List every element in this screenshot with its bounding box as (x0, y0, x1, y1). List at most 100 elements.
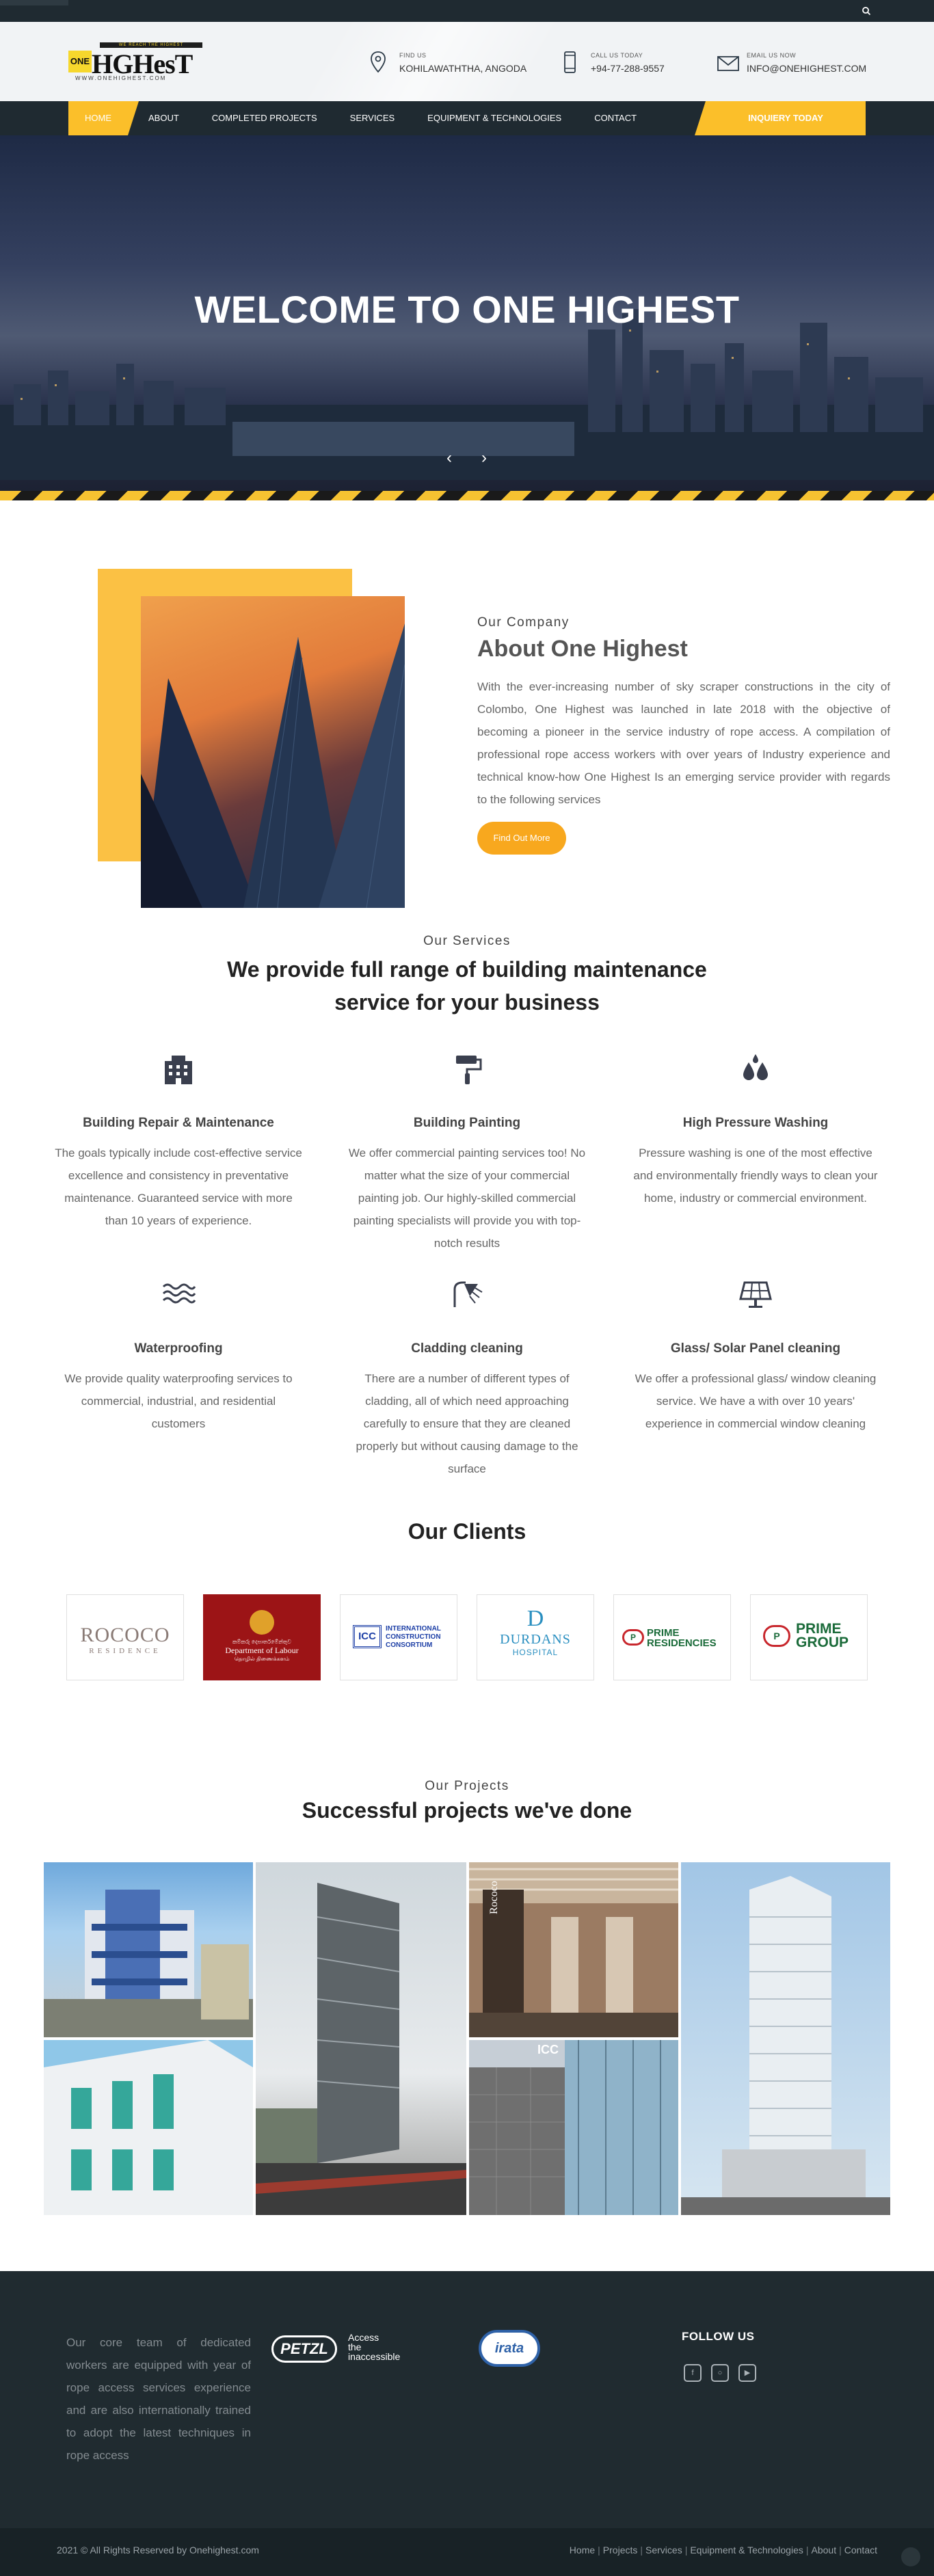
find-us-value: KOHILAWATHTHA, ANGODA (399, 63, 527, 74)
project-image[interactable] (681, 1862, 890, 2215)
petzl-logo[interactable]: PETZL Access the inaccessible (271, 2331, 429, 2370)
youtube-icon[interactable]: ▶ (738, 2364, 756, 2382)
client-logo-icc[interactable]: ICC INTERNATIONAL CONSTRUCTION CONSORTIU… (340, 1594, 457, 1680)
client-logo-text: PRIME (647, 1627, 680, 1639)
footer-link-equipment[interactable]: Equipment & Technologies (690, 2545, 803, 2555)
project-image[interactable]: ICC (469, 2040, 678, 2215)
footer-link-about[interactable]: About (812, 2545, 837, 2555)
client-logo-prime-residencies[interactable]: P PRIME RESIDENCIES (613, 1594, 731, 1680)
client-logo-text: කම්කරු දෙපාර්තමේන්තුව (232, 1639, 291, 1645)
project-image[interactable] (44, 2040, 253, 2215)
client-logo-rococo[interactable]: ROCOCO RESIDENCE (66, 1594, 184, 1680)
irata-logo-text: irata (479, 2330, 540, 2367)
about-title: About One Highest (477, 636, 688, 662)
service-card: Building Painting We offer commercial pa… (343, 1051, 591, 1255)
shower-icon (449, 1277, 485, 1313)
petzl-tagline: the (348, 2342, 362, 2352)
project-image[interactable] (44, 1862, 253, 2037)
project-image[interactable]: Rococo (469, 1862, 678, 2037)
projects-section: Our Projects Successful projects we've d… (0, 1779, 934, 2271)
nav-item-home[interactable]: HOME (68, 101, 139, 135)
service-card: Building Repair & Maintenance The goals … (55, 1051, 302, 1232)
chevron-right-icon[interactable]: › (476, 450, 492, 466)
clients-section: Our Clients ROCOCO RESIDENCE කම්කරු දෙපා… (0, 1519, 934, 1779)
prime-logo-icon: P (763, 1625, 790, 1647)
client-logo-text: HOSPITAL (512, 1648, 559, 1657)
service-text: Pressure washing is one of the most effe… (633, 1146, 878, 1205)
client-logo-text: ROCOCO (80, 1624, 170, 1646)
footer-link-home[interactable]: Home (570, 2545, 595, 2555)
location-pin-icon (369, 51, 387, 74)
services-title-line2: service for your business (334, 990, 600, 1015)
projects-title: Successful projects we've done (302, 1798, 632, 1823)
irata-logo[interactable]: irata (479, 2330, 544, 2374)
logo-website: WWW.ONEHIGHEST.COM (75, 75, 167, 81)
client-logo-text: GROUP (796, 1635, 849, 1650)
footer-about-text: Our core team of dedicated workers are e… (66, 2336, 251, 2462)
call-us-value[interactable]: +94-77-288-9557 (591, 63, 665, 74)
solar-panel-icon (738, 1277, 773, 1313)
services-subtitle: Our Services (423, 934, 511, 948)
site-header: WE REACH THE HIGHEST ONE HGHesT WWW.ONEH… (0, 22, 934, 101)
footer-link-contact[interactable]: Contact (844, 2545, 877, 2555)
client-logo-text: ICC (353, 1625, 382, 1648)
service-title: Cladding cleaning (411, 1341, 523, 1356)
client-logo-department-of-labour[interactable]: කම්කරු දෙපාර්තමේන්තුව Department of Labo… (203, 1594, 321, 1680)
service-title: Building Repair & Maintenance (83, 1116, 274, 1130)
footer-link-services[interactable]: Services (645, 2545, 682, 2555)
services-section: Our Services We provide full range of bu… (0, 917, 934, 1519)
about-skyscraper-image (141, 596, 405, 908)
service-title: Building Painting (413, 1116, 521, 1130)
email-us-value[interactable]: INFO@ONEHIGHEST.COM (747, 63, 866, 74)
facebook-icon[interactable]: f (684, 2364, 702, 2382)
client-logo-durdans[interactable]: D DURDANS HOSPITAL (477, 1594, 594, 1680)
search-icon[interactable] (862, 6, 871, 16)
scroll-to-top-button[interactable] (901, 2547, 920, 2566)
email-us-label: EMAIL US NOW (747, 52, 797, 59)
find-us-label: FIND US (399, 52, 427, 59)
service-title: Waterproofing (134, 1341, 223, 1356)
logo-tagline: WE REACH THE HIGHEST (100, 42, 202, 48)
service-text: We offer commercial painting services to… (348, 1146, 586, 1250)
nav-item-contact[interactable]: CONTACT (578, 101, 653, 135)
logo-one: ONE (68, 51, 92, 72)
client-logo-text: CONSTRUCTION (386, 1633, 441, 1641)
top-bar-accent (0, 0, 68, 5)
nav-item-equipment-technologies[interactable]: EQUIPMENT & TECHNOLOGIES (411, 101, 578, 135)
prime-logo-icon: P (622, 1629, 644, 1646)
service-text: We offer a professional glass/ window cl… (635, 1372, 877, 1430)
nav-item-about[interactable]: ABOUT (132, 101, 196, 135)
project-sign-text: Rococo (488, 1881, 500, 1914)
waves-icon (161, 1277, 196, 1313)
client-logo-prime-group[interactable]: P PRIME GROUP (750, 1594, 868, 1680)
envelope-icon (717, 51, 739, 74)
service-card: High Pressure Washing Pressure washing i… (632, 1051, 879, 1209)
service-title: Glass/ Solar Panel cleaning (670, 1341, 841, 1356)
service-card: Waterproofing We provide quality waterpr… (55, 1277, 302, 1435)
about-subtitle: Our Company (477, 615, 570, 630)
service-card: Glass/ Solar Panel cleaning We offer a p… (632, 1277, 879, 1435)
nav-menu: HOME ABOUT COMPLETED PROJECTS SERVICES E… (68, 101, 653, 135)
project-sign-text: ICC (537, 2043, 559, 2056)
service-card: Cladding cleaning There are a number of … (343, 1277, 591, 1480)
client-logo-text: DURDANS (500, 1632, 571, 1647)
chevron-left-icon[interactable]: ‹ (441, 450, 457, 466)
service-text: There are a number of different types of… (356, 1372, 578, 1475)
client-logo-text: INTERNATIONAL (386, 1625, 441, 1633)
inquiry-button[interactable]: INQUIERY TODAY (695, 101, 866, 135)
nav-item-services[interactable]: SERVICES (334, 101, 412, 135)
mobile-phone-icon (561, 51, 578, 74)
site-logo[interactable]: WE REACH THE HIGHEST ONE HGHesT WWW.ONEH… (68, 42, 204, 82)
client-logo-text: D (526, 1606, 544, 1631)
footer-links: Home | Projects | Services | Equipment & Techn… (569, 2545, 877, 2555)
top-bar (0, 0, 934, 22)
copyright-text: 2021 © All Rights Reserved by Onehighest… (57, 2545, 259, 2555)
service-text: The goals typically include cost-effecti… (55, 1146, 302, 1227)
project-image[interactable] (256, 1862, 466, 2215)
hero-title: WELCOME TO ONE HIGHEST (194, 288, 740, 331)
client-logo-text: Department of Labour (225, 1646, 299, 1655)
nav-item-completed-projects[interactable]: COMPLETED PROJECTS (196, 101, 334, 135)
find-out-more-button[interactable]: Find Out More (477, 822, 566, 855)
instagram-icon[interactable]: ○ (711, 2364, 729, 2382)
footer-link-projects[interactable]: Projects (603, 2545, 638, 2555)
